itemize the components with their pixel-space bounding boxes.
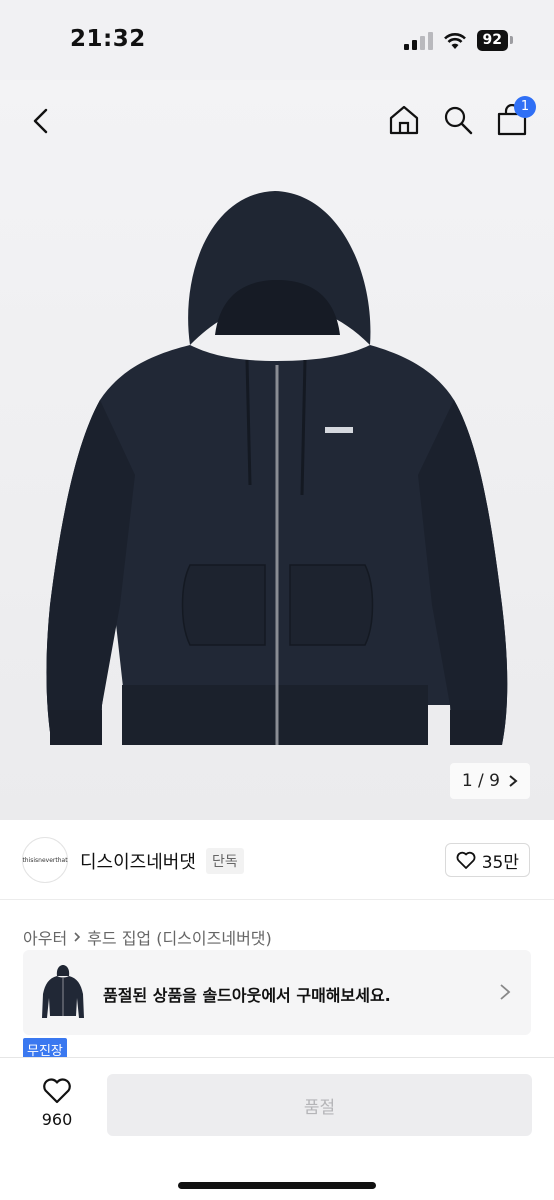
bottom-action-bar: 960 품절 [0,1057,554,1200]
brand-like-button[interactable]: 35만 [444,843,530,877]
search-button[interactable] [440,100,476,140]
image-counter[interactable]: 1 / 9 [449,763,530,799]
signal-icon [403,31,433,50]
brand-logo[interactable]: thisisneverthat [22,837,68,883]
brand-row[interactable]: thisisneverthat 디스이즈네버댓 단독 35만 [0,820,554,900]
breadcrumb-subcategory[interactable]: 후드 집업 (디스이즈네버댓) [87,925,272,949]
search-icon [444,106,473,135]
breadcrumb: 아우터 후드 집업 (디스이즈네버댓) [23,925,272,949]
image-counter-text: 1 / 9 [461,771,500,791]
wishlist-button[interactable]: 960 [24,1078,90,1138]
cart-button[interactable]: 1 [494,96,536,140]
breadcrumb-category[interactable]: 아우터 [23,925,67,949]
banner-thumbnail [42,965,84,1018]
back-icon [33,108,48,134]
wishlist-count: 960 [41,1110,73,1129]
heart-icon [456,851,476,869]
chevron-right-icon [509,775,518,787]
home-icon [389,105,419,135]
heart-icon [43,1078,71,1104]
nav-actions: 1 [386,96,536,140]
chevron-right-icon [500,984,511,1000]
soldout-banner-text: 품절된 상품을 솔드아웃에서 구매해보세요. [103,986,391,1005]
back-button[interactable] [24,104,58,138]
status-time: 21:32 [70,26,146,52]
battery-indicator: 92 [476,30,514,51]
soldout-button[interactable]: 품절 [107,1074,532,1136]
status-icons: 92 [403,30,514,51]
cart-count-badge: 1 [514,96,536,118]
nav-bar: 1 [0,80,554,160]
wifi-icon [443,32,466,49]
exclusive-tag: 단독 [206,848,244,874]
status-bar: 21:32 92 [0,0,554,80]
home-button[interactable] [386,100,422,140]
chevron-right-icon [74,932,81,942]
product-image [46,191,508,745]
home-indicator [178,1182,376,1189]
brand-name[interactable]: 디스이즈네버댓 [80,848,196,874]
brand-like-count: 35만 [481,852,519,873]
soldout-banner[interactable]: 품절된 상품을 솔드아웃에서 구매해보세요. [23,950,531,1035]
